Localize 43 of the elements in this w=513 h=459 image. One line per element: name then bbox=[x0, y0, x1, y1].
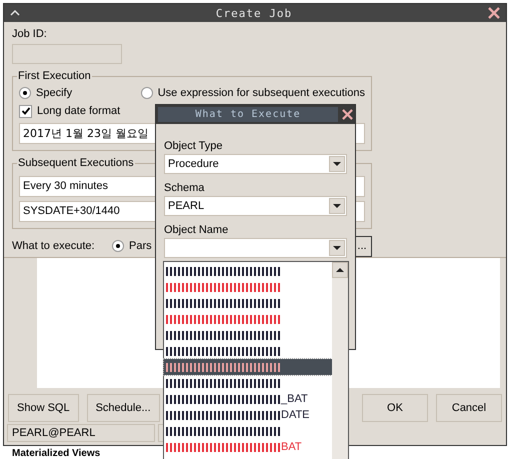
scroll-up-button[interactable] bbox=[332, 262, 348, 278]
dropdown-button[interactable] bbox=[329, 198, 345, 214]
dialog-button[interactable]: OK bbox=[362, 394, 428, 422]
window-title: Create Job bbox=[214, 6, 294, 20]
field-label: Job ID: bbox=[12, 27, 48, 42]
radio-label: Use expression for subsequent executions bbox=[158, 87, 365, 99]
list-item[interactable]: DATE bbox=[164, 407, 332, 423]
item-text: _BAT bbox=[281, 393, 308, 405]
caret-icon bbox=[336, 268, 344, 272]
dialog-button[interactable]: Cancel bbox=[436, 394, 502, 422]
scrollbar[interactable] bbox=[332, 262, 348, 459]
list-item[interactable]: _BAT bbox=[164, 391, 332, 407]
radio-label: Pars bbox=[129, 240, 152, 252]
caret-icon bbox=[333, 204, 341, 208]
radio-button[interactable] bbox=[19, 87, 31, 99]
close-icon[interactable] bbox=[342, 109, 353, 120]
radio-label: Specify bbox=[36, 87, 72, 99]
window-title: What to Execute bbox=[195, 109, 301, 120]
field-label: Object Type bbox=[164, 139, 224, 154]
close-icon[interactable] bbox=[488, 7, 500, 19]
dropdown-button[interactable] bbox=[329, 240, 345, 256]
input-field[interactable] bbox=[12, 44, 122, 64]
checkbox-label: Long date format bbox=[37, 105, 120, 117]
caret-icon[interactable] bbox=[10, 10, 20, 16]
caret-icon bbox=[333, 162, 341, 166]
dialog-button[interactable]: Show SQL bbox=[8, 394, 79, 422]
status-panel: PEARL@PEARL bbox=[7, 424, 155, 442]
item-text: DATE bbox=[281, 409, 310, 421]
field-label: Object Name bbox=[164, 223, 230, 238]
caret-icon bbox=[333, 246, 341, 250]
tree-item-text: Materialized Views bbox=[12, 448, 100, 459]
dialog-button[interactable]: Schedule... bbox=[86, 394, 160, 422]
field-label: Schema bbox=[164, 181, 206, 196]
radio-button[interactable] bbox=[140, 87, 153, 99]
group-title: Subsequent Executions bbox=[17, 156, 135, 170]
dropdown-button[interactable] bbox=[329, 156, 345, 172]
checkbox[interactable] bbox=[19, 104, 32, 118]
combo-box[interactable]: PEARL bbox=[164, 196, 347, 216]
field-label: What to execute: bbox=[12, 239, 96, 254]
item-text: BAT bbox=[281, 441, 302, 453]
combo-box[interactable]: Procedure bbox=[164, 154, 347, 174]
radio-button[interactable] bbox=[112, 240, 124, 252]
list-item[interactable]: BAT bbox=[164, 439, 332, 455]
